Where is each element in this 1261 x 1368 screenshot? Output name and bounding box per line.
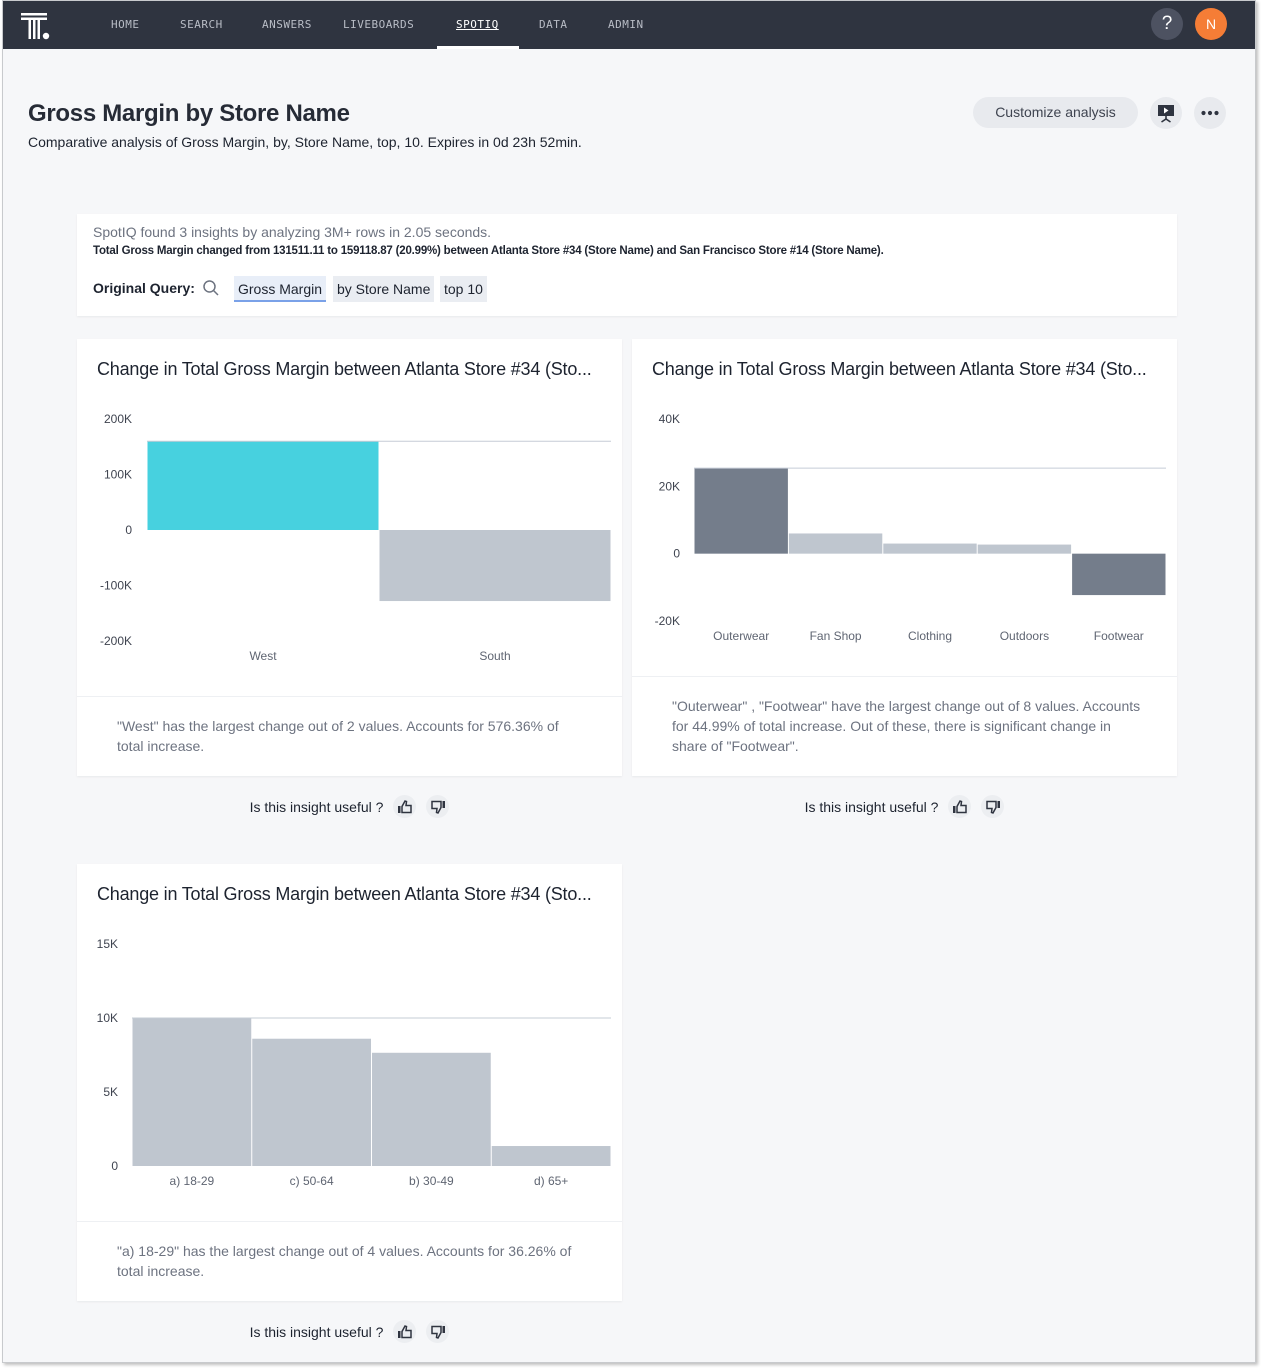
page-title: Gross Margin by Store Name — [28, 100, 350, 127]
feedback-label: Is this insight useful ? — [804, 798, 939, 815]
y-tick-label: 200K — [104, 412, 132, 426]
original-query-label: Original Query: — [93, 280, 195, 296]
y-tick-label: -20K — [655, 614, 680, 628]
insight-chart: 15K 10K 5K 0 a) 18-29 c) 50-64 b) 30-49 d) 65+ — [97, 937, 611, 1188]
customize-analysis-button[interactable]: Customize analysis — [973, 97, 1138, 128]
insight-feedback: Is this insight useful ? — [77, 795, 622, 823]
presentation-icon — [1158, 105, 1174, 123]
bar[interactable] — [132, 1018, 252, 1166]
nav-liveboards[interactable]: LIVEBOARDS — [343, 1, 414, 49]
thoughtspot-logo-icon[interactable] — [19, 11, 51, 41]
nav-answers[interactable]: ANSWERS — [262, 1, 312, 49]
thumbs-down-icon — [431, 1325, 445, 1339]
nav-spotiq[interactable]: SPOTIQ — [456, 1, 499, 49]
summary-change: Total Gross Margin changed from 131511.1… — [93, 245, 884, 257]
x-tick-label: a) 18-29 — [170, 1174, 215, 1188]
y-tick-label: 0 — [673, 547, 680, 561]
x-tick-label: Outdoors — [1000, 629, 1049, 643]
x-tick-label: South — [479, 649, 510, 663]
bar[interactable] — [372, 1052, 491, 1166]
thumbs-down-icon — [431, 800, 445, 814]
insight-card: Change in Total Gross Margin between Atl… — [77, 864, 622, 1301]
insight-card-title[interactable]: Change in Total Gross Margin between Atl… — [97, 884, 607, 905]
y-tick-label: 0 — [125, 523, 132, 537]
summary-stats: SpotIQ found 3 insights by analyzing 3M+… — [93, 224, 492, 240]
thumbs-up-button[interactable] — [393, 795, 417, 818]
bar[interactable] — [788, 533, 883, 554]
insight-text: "a) 18-29" has the largest change out of… — [117, 1243, 572, 1279]
bar[interactable] — [379, 530, 611, 602]
help-button[interactable]: ? — [1151, 8, 1183, 40]
insight-chart: 40K 20K 0 -20K Outerwear Fan Shop Clothing Outd… — [655, 412, 1166, 643]
more-horizontal-icon — [1201, 110, 1219, 116]
nav-data[interactable]: DATA — [539, 1, 568, 49]
feedback-label: Is this insight useful ? — [249, 1323, 384, 1340]
bar[interactable] — [883, 543, 977, 554]
y-tick-label: 100K — [104, 468, 132, 482]
insight-text: "Outerwear" , "Footwear" have the larges… — [672, 698, 1141, 754]
thumbs-up-icon — [397, 799, 412, 813]
thumbs-down-button[interactable] — [426, 1320, 450, 1343]
app-window: HOME SEARCH ANSWERS LIVEBOARDS SPOTIQ DA… — [2, 0, 1256, 1363]
insight-card: Change in Total Gross Margin between Atl… — [77, 339, 622, 776]
insights-summary: SpotIQ found 3 insights by analyzing 3M+… — [77, 214, 1177, 316]
bar[interactable] — [977, 544, 1072, 554]
bar[interactable] — [252, 1038, 371, 1166]
insight-text: "West" has the largest change out of 2 v… — [117, 718, 559, 754]
insight-card-title[interactable]: Change in Total Gross Margin between Atl… — [652, 359, 1162, 380]
x-tick-label: Footwear — [1094, 629, 1144, 643]
x-tick-label: Fan Shop — [810, 629, 862, 643]
query-token[interactable]: by Store Name — [333, 276, 435, 302]
bar[interactable] — [694, 468, 788, 554]
insight-card-title[interactable]: Change in Total Gross Margin between Atl… — [97, 359, 607, 380]
query-token[interactable]: Gross Margin — [234, 276, 327, 302]
nav-home[interactable]: HOME — [111, 1, 140, 49]
bar[interactable] — [1072, 553, 1166, 596]
more-options-button[interactable] — [1194, 97, 1226, 129]
x-tick-label: b) 30-49 — [409, 1174, 454, 1188]
y-tick-label: -200K — [100, 634, 132, 648]
search-icon — [203, 280, 219, 296]
thumbs-up-icon — [952, 799, 967, 813]
insight-chart: 200K 100K 0 -100K -200K West South — [100, 412, 611, 663]
bar[interactable] — [147, 441, 379, 530]
page-subtitle: Comparative analysis of Gross Margin, by… — [28, 134, 582, 150]
thumbs-down-button[interactable] — [426, 795, 450, 818]
nav-admin[interactable]: ADMIN — [608, 1, 644, 49]
divider — [632, 676, 1177, 677]
y-tick-label: 15K — [97, 937, 118, 951]
query-token[interactable]: top 10 — [440, 276, 487, 302]
thumbs-down-button[interactable] — [981, 795, 1005, 818]
x-tick-label: c) 50-64 — [290, 1174, 334, 1188]
x-tick-label: Clothing — [908, 629, 952, 643]
active-tab-indicator — [437, 46, 519, 49]
thumbs-up-icon — [397, 1324, 412, 1338]
feedback-label: Is this insight useful ? — [249, 798, 384, 815]
present-button[interactable] — [1150, 97, 1182, 129]
divider — [77, 696, 622, 697]
x-tick-label: West — [249, 649, 277, 663]
y-tick-label: 5K — [103, 1085, 118, 1099]
y-tick-label: 10K — [97, 1011, 118, 1025]
insight-feedback: Is this insight useful ? — [632, 795, 1177, 823]
thumbs-up-button[interactable] — [393, 1320, 417, 1343]
insight-feedback: Is this insight useful ? — [77, 1320, 622, 1348]
thumbs-down-icon — [986, 800, 1000, 814]
nav-search[interactable]: SEARCH — [180, 1, 223, 49]
user-avatar[interactable]: N — [1195, 8, 1227, 40]
x-tick-label: d) 65+ — [534, 1174, 568, 1188]
y-tick-label: 20K — [659, 479, 680, 493]
divider — [77, 1221, 622, 1222]
bar[interactable] — [491, 1146, 611, 1166]
y-tick-label: -100K — [100, 579, 132, 593]
thumbs-up-button[interactable] — [948, 795, 972, 818]
y-tick-label: 40K — [659, 412, 680, 426]
x-tick-label: Outerwear — [713, 629, 769, 643]
insight-card: Change in Total Gross Margin between Atl… — [632, 339, 1177, 776]
top-nav: HOME SEARCH ANSWERS LIVEBOARDS SPOTIQ DA… — [3, 1, 1255, 49]
y-tick-label: 0 — [111, 1159, 118, 1173]
